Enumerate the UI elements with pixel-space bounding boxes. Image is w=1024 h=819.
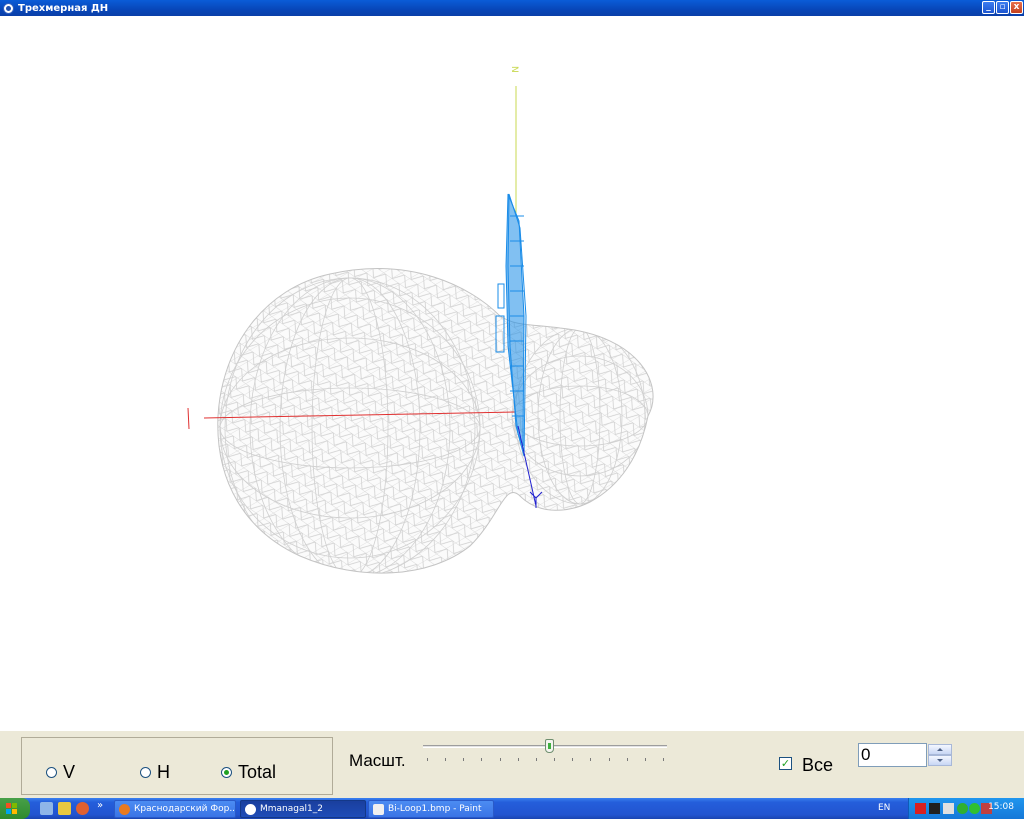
antivirus-icon[interactable] <box>915 803 926 814</box>
all-checkbox[interactable]: ✓ <box>779 757 792 770</box>
paint-icon <box>373 803 384 815</box>
spin-up-button[interactable] <box>928 744 952 755</box>
window-titlebar[interactable]: Трехмерная ДН _ ▫ x <box>0 0 1024 16</box>
start-button[interactable] <box>0 798 30 819</box>
language-indicator[interactable]: EN <box>878 803 890 813</box>
slider-tick <box>481 758 483 761</box>
slider-tick <box>590 758 592 761</box>
slider-tick <box>663 758 664 761</box>
z-axis: N <box>509 66 519 216</box>
window-title: Трехмерная ДН <box>18 2 109 14</box>
slider-tick <box>445 758 447 761</box>
radio-h[interactable]: H <box>140 762 170 783</box>
z-axis-label: N <box>509 66 519 73</box>
taskbar: » Краснодарский Фор... Mmanagal1_2 Bi-Lo… <box>0 798 1024 819</box>
all-checkbox-label: Все <box>802 755 834 775</box>
wireframe-lobe <box>217 268 654 574</box>
radio-total[interactable]: Total <box>221 762 276 783</box>
slider-tick <box>572 758 574 761</box>
radio-total-indicator[interactable] <box>221 767 232 778</box>
radiation-pattern-3d-view[interactable]: N <box>0 16 1024 730</box>
radio-h-indicator[interactable] <box>140 767 151 778</box>
network-icon[interactable] <box>929 803 940 814</box>
control-panel: V H Total Масшт. ✓ Все 0 <box>0 730 1024 798</box>
close-button[interactable]: x <box>1010 1 1023 14</box>
scale-label: Масшт. <box>349 751 406 770</box>
volume-icon[interactable] <box>943 803 954 814</box>
spin-input[interactable]: 0 <box>858 743 927 767</box>
polarization-group: V H Total <box>21 737 333 795</box>
windows-flag-icon <box>6 803 17 814</box>
slider-tick <box>554 758 556 761</box>
slider-tick <box>535 758 537 761</box>
slider-tick <box>427 758 428 761</box>
spin-down-button[interactable] <box>928 755 952 766</box>
radio-v-label: V <box>63 762 76 782</box>
task-paint-label: Bi-Loop1.bmp - Paint <box>388 804 482 814</box>
scale-slider[interactable] <box>423 739 667 765</box>
task-mmana-label: Mmanagal1_2 <box>260 804 323 814</box>
mmana-icon <box>245 803 256 815</box>
radio-total-label: Total <box>238 762 277 782</box>
slider-tick <box>517 758 519 761</box>
minimize-button[interactable]: _ <box>982 1 995 14</box>
slider-tick <box>626 758 628 761</box>
app-icon[interactable] <box>3 2 14 14</box>
status-icon[interactable] <box>957 803 968 814</box>
task-firefox-label: Краснодарский Фор... <box>134 804 236 814</box>
warning-icon[interactable] <box>58 802 71 815</box>
quicklaunch-more-icon[interactable]: » <box>97 800 103 811</box>
firefox-icon <box>119 803 130 815</box>
radio-v[interactable]: V <box>46 762 75 783</box>
browser-icon[interactable] <box>76 802 89 815</box>
clock: 15:08 <box>988 802 1014 812</box>
task-paint[interactable]: Bi-Loop1.bmp - Paint <box>368 800 494 818</box>
slider-thumb[interactable] <box>544 739 554 753</box>
task-mmana[interactable]: Mmanagal1_2 <box>240 800 366 818</box>
update-icon[interactable] <box>969 803 980 814</box>
restore-button[interactable]: ▫ <box>996 1 1009 14</box>
task-firefox[interactable]: Краснодарский Фор... <box>114 800 236 818</box>
show-desktop-icon[interactable] <box>40 802 53 815</box>
system-tray: 15:08 <box>908 798 1024 819</box>
slider-tick <box>608 758 610 761</box>
slider-tick <box>463 758 465 761</box>
spin-buttons <box>928 744 952 766</box>
slider-tick <box>644 758 646 761</box>
radio-v-indicator[interactable] <box>46 767 57 778</box>
pattern-canvas: N <box>187 66 654 574</box>
radio-h-label: H <box>157 762 170 782</box>
slider-tick <box>499 758 501 761</box>
